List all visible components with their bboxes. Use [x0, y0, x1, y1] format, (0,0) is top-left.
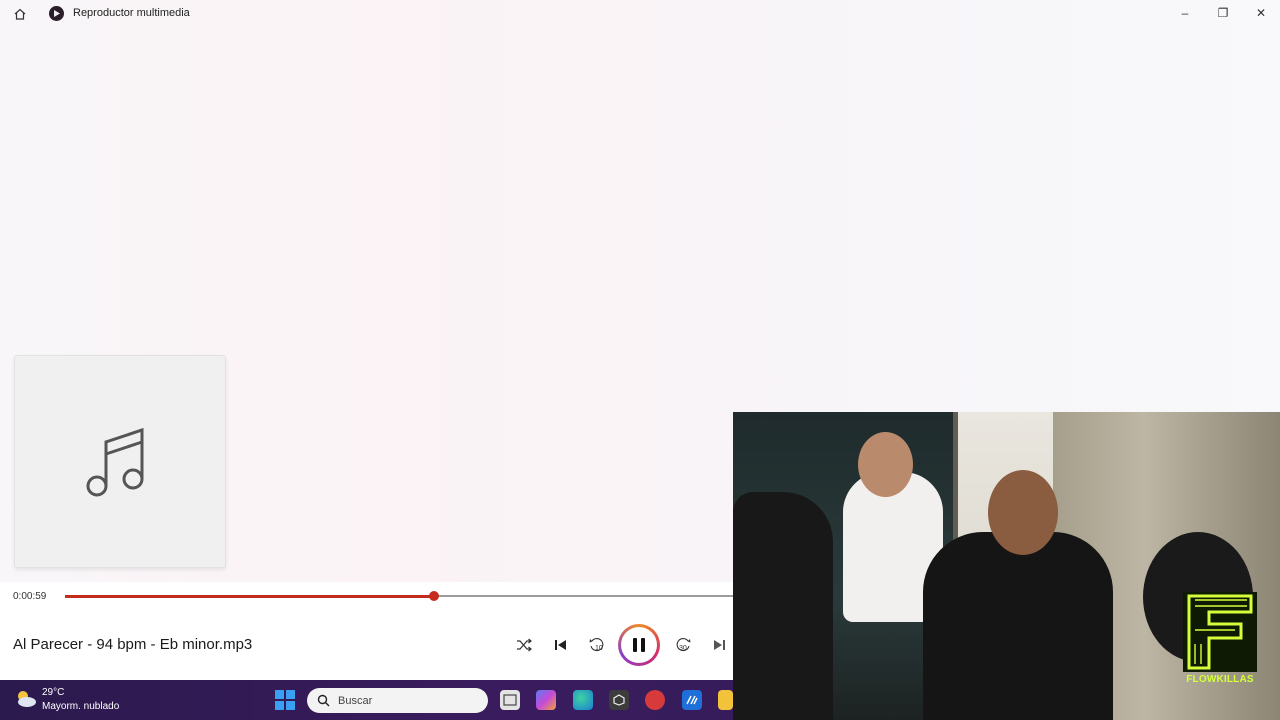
- media-player-icon: [49, 6, 64, 21]
- music-note-icon: [86, 427, 144, 496]
- next-button[interactable]: [707, 634, 731, 656]
- taskbar-search[interactable]: Buscar: [307, 688, 488, 713]
- flowkillas-f-mark: [1183, 592, 1257, 672]
- file-explorer-icon[interactable]: [718, 690, 733, 710]
- weather-temperature[interactable]: 29°C: [42, 687, 64, 698]
- windows-logo-icon: [275, 690, 284, 699]
- webcam-person-2: [923, 532, 1113, 720]
- skip-forward-30-icon: 30: [676, 638, 691, 652]
- flowkillas-label: FLOWKILLAS: [1186, 674, 1254, 685]
- elapsed-time: 0:00:59: [13, 591, 47, 602]
- skip-forward-button[interactable]: 30: [671, 634, 695, 656]
- maximize-button[interactable]: ❐: [1208, 3, 1238, 23]
- close-icon: ✕: [1255, 6, 1267, 20]
- search-icon: [317, 694, 330, 707]
- progress-slider[interactable]: [65, 591, 735, 601]
- shuffle-button[interactable]: [512, 634, 536, 656]
- skip-forward-label: 30: [679, 645, 687, 652]
- red-app-icon[interactable]: [645, 690, 665, 710]
- skip-back-10-icon: 10: [589, 638, 604, 652]
- maximize-icon: ❐: [1217, 6, 1229, 20]
- weather-icon[interactable]: [14, 688, 38, 710]
- copilot-icon[interactable]: [536, 690, 556, 710]
- pause-icon: [633, 638, 645, 652]
- album-art: [14, 355, 226, 568]
- weather-description[interactable]: Mayorm. nublado: [42, 701, 119, 712]
- previous-button[interactable]: [549, 634, 573, 656]
- progress-thumb[interactable]: [428, 591, 439, 601]
- minimize-button[interactable]: –: [1170, 3, 1200, 23]
- start-button[interactable]: [275, 690, 295, 710]
- blue-app-icon[interactable]: [682, 690, 702, 710]
- skip-back-label: 10: [595, 645, 603, 652]
- play-pause-button[interactable]: [618, 624, 660, 666]
- progress-fill: [65, 594, 434, 598]
- task-view-icon[interactable]: [500, 690, 520, 710]
- webcam-person-3: [733, 492, 833, 720]
- minimize-icon: –: [1181, 6, 1189, 20]
- webcam-person-2-head: [988, 470, 1058, 555]
- flowkillas-logo: FLOWKILLAS: [1183, 592, 1257, 688]
- next-icon: [714, 640, 725, 650]
- search-placeholder: Buscar: [338, 694, 373, 707]
- skip-back-button[interactable]: 10: [585, 634, 609, 656]
- window-title: Reproductor multimedia: [73, 7, 190, 19]
- previous-icon: [555, 640, 566, 650]
- track-title: Al Parecer - 94 bpm - Eb minor.mp3: [13, 636, 253, 653]
- unity-icon[interactable]: [609, 690, 629, 710]
- edge-icon[interactable]: [573, 690, 593, 710]
- webcam-person-1-head: [858, 432, 913, 497]
- home-icon[interactable]: [11, 5, 29, 22]
- shuffle-icon: [517, 638, 532, 652]
- title-bar: Reproductor multimedia – ❐ ✕: [0, 0, 1280, 27]
- close-button[interactable]: ✕: [1246, 3, 1276, 23]
